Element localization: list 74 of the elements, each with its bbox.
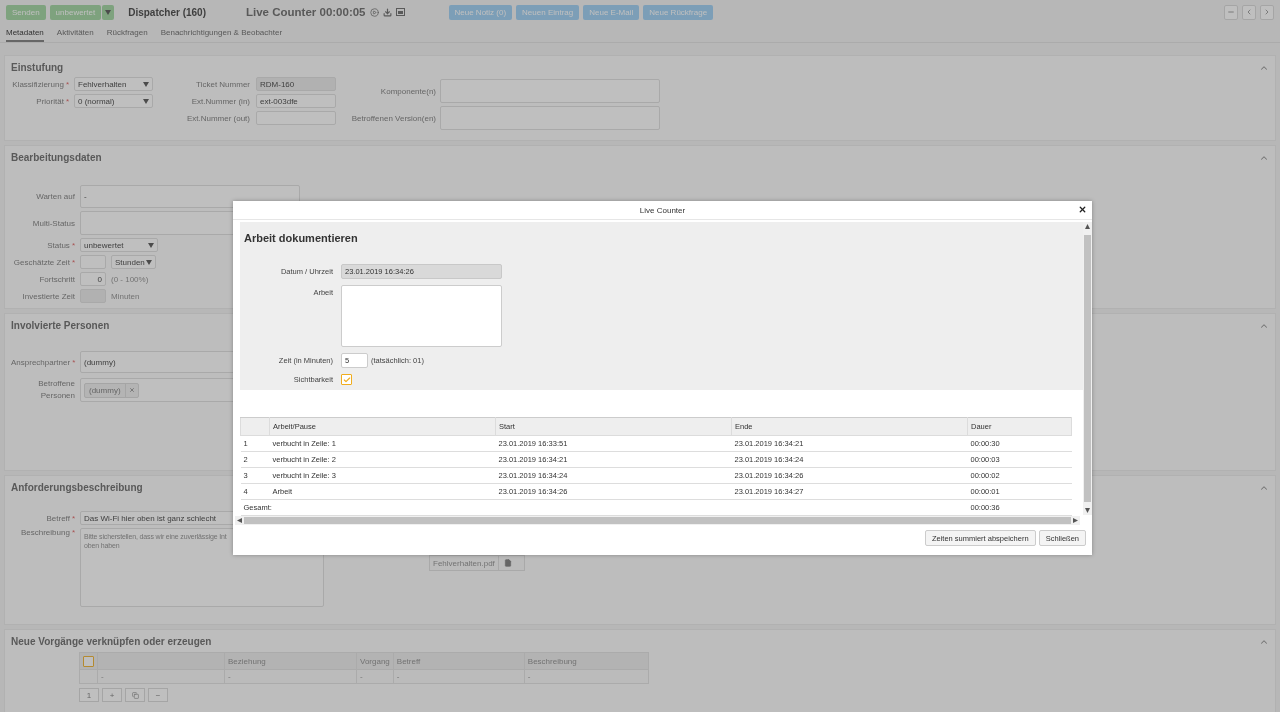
field-label: Ticket Nummer <box>195 79 250 89</box>
field-label: Warten auf <box>35 192 75 201</box>
field-label: Investierte Zeit <box>21 291 75 301</box>
field-label: Betroffenen Version(en) <box>350 113 436 123</box>
field-label: Komponente(n) <box>379 86 436 96</box>
field-label: Ext.Nummer (in) <box>190 96 250 106</box>
field-label: Status * <box>46 240 75 250</box>
page-button[interactable]: 1 <box>79 688 99 702</box>
section-title: Bearbeitungsdaten <box>11 152 102 163</box>
next-button[interactable] <box>1260 4 1274 20</box>
scroll-left-icon[interactable] <box>237 518 242 523</box>
caret-icon <box>148 242 154 248</box>
field-label: Multi-Status <box>31 218 75 228</box>
field-label: Geschätzte Zeit * <box>12 257 75 267</box>
field-label: Beschreibung * <box>20 528 75 537</box>
select-field[interactable]: Fehlverhalten <box>74 77 153 91</box>
remove-icon[interactable] <box>128 387 135 393</box>
select-field[interactable]: 0 (normal) <box>74 94 153 108</box>
section-title: Neue Vorgänge verknüpfen oder erzeugen <box>11 636 212 647</box>
select-field[interactable]: unbewertet <box>80 238 158 252</box>
scroll-up-icon[interactable] <box>1085 224 1090 229</box>
column-header: Beziehung <box>224 652 357 670</box>
play-icon[interactable] <box>369 7 379 17</box>
chevron-left-icon <box>1245 8 1253 16</box>
field-label: Betreff * <box>45 513 75 523</box>
field-label: Klassifizierung * <box>11 79 69 89</box>
section-title: Involvierte Personen <box>11 320 110 331</box>
section-title: Einstufung <box>11 62 64 73</box>
ticket-title: Dispatcher (160) <box>128 6 206 18</box>
caret-icon <box>105 9 112 15</box>
close-icon[interactable] <box>1078 205 1087 214</box>
caret-icon <box>143 81 149 87</box>
caret-button[interactable] <box>102 4 115 20</box>
tag-label: (dummy) <box>88 385 122 395</box>
scroll-down-icon[interactable] <box>1085 508 1090 513</box>
tab[interactable]: Rückfragen <box>106 24 148 42</box>
copy-button[interactable] <box>125 688 145 702</box>
minimize-button[interactable] <box>1224 4 1238 20</box>
checkbox[interactable] <box>341 374 352 385</box>
column-header: Betreff <box>393 652 525 670</box>
section-title: Anforderungsbeschreibung <box>11 482 143 493</box>
field-label: Betroffene Personen <box>37 378 75 402</box>
caret-icon <box>143 98 149 104</box>
download-icon[interactable] <box>382 7 392 17</box>
checkbox[interactable] <box>83 655 94 667</box>
form-heading: Arbeit dokumentieren <box>244 232 359 244</box>
field-label: Fortschritt <box>38 274 75 284</box>
file-name: Fehlverhalten.pdf <box>430 556 499 570</box>
horizontal-scrollbar[interactable] <box>235 516 1080 525</box>
tab[interactable]: Benachrichtigungen & Beobachter <box>160 24 283 42</box>
scroll-right-icon[interactable] <box>1073 518 1078 523</box>
number-field[interactable]: 0 <box>80 272 106 286</box>
field-label: Ext.Nummer (out) <box>185 113 250 123</box>
text-field[interactable]: - <box>80 185 300 208</box>
remove-button[interactable]: − <box>148 688 168 702</box>
tab[interactable]: Metadaten <box>6 24 44 42</box>
live-counter: Live Counter 00:00:05 <box>246 6 366 18</box>
caret-icon <box>146 259 152 265</box>
select-field[interactable]: Stunden <box>111 255 156 269</box>
vertical-scrollbar[interactable] <box>1083 222 1092 515</box>
text-field[interactable]: ext-003dfe <box>256 94 336 108</box>
field-label: Priorität * <box>35 96 69 106</box>
field-label: Ansprechpartner * <box>11 357 75 367</box>
text-area[interactable] <box>341 285 502 347</box>
minus-icon <box>1227 8 1235 16</box>
text-field: RDM-160 <box>256 77 336 91</box>
copy-icon <box>131 691 139 699</box>
chevron-right-icon <box>1263 8 1271 16</box>
previous-button[interactable] <box>1242 4 1256 20</box>
tab[interactable]: Aktivitäten <box>56 24 94 42</box>
add-button[interactable]: + <box>102 688 122 702</box>
dialog-title: Live Counter <box>639 205 686 215</box>
window-icon[interactable] <box>395 8 405 16</box>
unit-text: Minuten <box>111 291 140 301</box>
